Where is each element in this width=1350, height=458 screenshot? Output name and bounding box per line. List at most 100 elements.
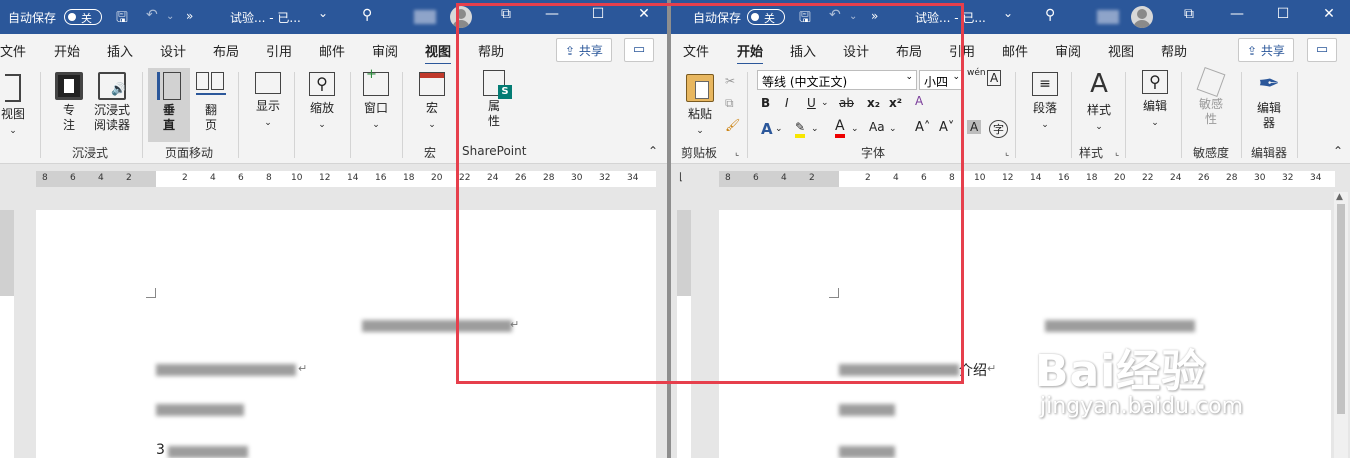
macros-icon xyxy=(419,72,445,96)
macros-button[interactable]: 宏 ⌄ xyxy=(414,72,450,130)
user-name xyxy=(1097,10,1119,24)
focus-icon xyxy=(55,72,83,100)
styles-launcher-icon[interactable]: ⌞ xyxy=(1115,148,1119,158)
ruler-number: 10 xyxy=(974,173,986,183)
divider xyxy=(142,72,143,158)
autosave-label: 自动保存 xyxy=(8,11,57,25)
ruler-number: 14 xyxy=(1030,173,1042,183)
immersive-reader-button[interactable]: 🔊 沉浸式阅读器 xyxy=(90,72,134,133)
ruler-number: 6 xyxy=(70,173,76,183)
side-to-side-button[interactable]: 翻页 xyxy=(192,72,230,133)
watermark-logo: Bai经验 xyxy=(1035,346,1207,397)
window-button[interactable]: + 窗口 ⌄ xyxy=(358,67,394,130)
character-shading-icon[interactable]: A xyxy=(967,120,982,134)
ruler-number: 2 xyxy=(126,173,132,183)
editor-icon: ✒ xyxy=(1258,69,1280,99)
group-page-movement: 页面移动 xyxy=(165,146,214,160)
tab-view[interactable]: 视图 xyxy=(1108,41,1134,60)
divider xyxy=(1015,72,1016,158)
undo-dropdown-icon[interactable]: ⌄ xyxy=(166,11,174,22)
ruler-number: 10 xyxy=(291,173,303,183)
find-icon: ⚲ xyxy=(1142,70,1168,94)
ruler-number: 8 xyxy=(42,173,48,183)
focus-button[interactable]: 专注 xyxy=(52,72,86,133)
tab-help[interactable]: 帮助 xyxy=(1161,41,1187,60)
tab-mailings[interactable]: 邮件 xyxy=(1002,41,1028,60)
character-border-icon[interactable]: A xyxy=(987,70,1002,86)
ribbon-display-options-icon[interactable]: ⧉ xyxy=(1179,6,1199,22)
sensitivity-button[interactable]: 敏感性 xyxy=(1193,66,1229,127)
divider xyxy=(402,72,403,158)
tab-layout[interactable]: 布局 xyxy=(213,41,239,60)
comments-button[interactable]: ▭ xyxy=(1307,38,1337,62)
group-editor: 编辑器 xyxy=(1251,146,1288,160)
line-number: 3 xyxy=(156,442,165,458)
styles-icon: A xyxy=(1090,69,1108,99)
ruler-number: 34 xyxy=(1310,173,1322,183)
sensitivity-icon xyxy=(1196,66,1226,98)
ruler-number: 30 xyxy=(1254,173,1266,183)
tab-mailings[interactable]: 邮件 xyxy=(319,41,345,60)
tab-references[interactable]: 引用 xyxy=(266,41,292,60)
tab-file[interactable]: 文件 xyxy=(0,41,26,60)
show-icon xyxy=(255,72,281,94)
styles-button[interactable]: A 样式 ⌄ xyxy=(1081,70,1117,132)
divider xyxy=(1181,72,1182,158)
title-dropdown-icon[interactable]: ⌄ xyxy=(1003,6,1013,20)
tab-insert[interactable]: 插入 xyxy=(107,41,133,60)
collapse-ribbon-icon[interactable]: ⌃ xyxy=(1333,144,1343,158)
phonetic-guide-button[interactable]: wén xyxy=(967,68,986,78)
divider xyxy=(1125,72,1126,158)
maximize-icon[interactable]: ☐ xyxy=(1273,6,1293,22)
search-icon[interactable]: ⚲ xyxy=(362,7,372,23)
divider xyxy=(1297,72,1298,158)
vertical-button[interactable]: 垂直 xyxy=(148,68,190,142)
save-icon[interactable]: 🖫 xyxy=(116,7,128,31)
font-launcher-icon[interactable]: ⌞ xyxy=(1005,148,1009,158)
ruler-number: 14 xyxy=(347,173,359,183)
enclose-characters-icon[interactable]: 字 xyxy=(989,120,1008,138)
show-button[interactable]: 显示 ⌄ xyxy=(250,72,286,128)
share-button[interactable]: ⇪ 共享 xyxy=(1238,38,1294,62)
autosave-toggle[interactable]: 关 xyxy=(64,9,102,25)
ruler-number: 16 xyxy=(1058,173,1070,183)
views-button[interactable]: 视图 ⌄ xyxy=(0,74,26,136)
search-icon[interactable]: ⚲ xyxy=(1045,7,1055,23)
blurred-text xyxy=(168,446,248,458)
tab-home[interactable]: 开始 xyxy=(54,41,80,60)
zoom-button[interactable]: ⚲ 缩放 ⌄ xyxy=(304,72,340,130)
window-icon: + xyxy=(363,67,389,96)
tab-review[interactable]: 审阅 xyxy=(1055,41,1081,60)
close-icon[interactable]: ✕ xyxy=(1319,6,1339,22)
minimize-icon[interactable]: — xyxy=(1227,6,1247,22)
vertical-ruler xyxy=(0,210,14,458)
group-immersive: 沉浸式 xyxy=(72,146,109,160)
divider xyxy=(350,72,351,158)
divider xyxy=(1241,72,1242,158)
divider xyxy=(294,72,295,158)
vertical-scrollbar[interactable]: ▲ xyxy=(1334,192,1348,458)
tab-view[interactable]: 视图 xyxy=(425,41,452,66)
editing-button[interactable]: ⚲ 编辑 ⌄ xyxy=(1137,70,1173,128)
ruler-number: 18 xyxy=(1086,173,1098,183)
tab-review[interactable]: 审阅 xyxy=(372,41,398,60)
divider xyxy=(1071,72,1072,158)
editor-button[interactable]: ✒ 编辑器 xyxy=(1251,70,1287,131)
avatar[interactable] xyxy=(1131,6,1153,28)
document-title[interactable]: 试验... - 已... xyxy=(230,9,301,26)
immersive-reader-icon: 🔊 xyxy=(98,72,126,100)
scroll-up-icon[interactable]: ▲ xyxy=(1336,192,1343,202)
blurred-text xyxy=(1045,320,1195,332)
scrollbar-thumb[interactable] xyxy=(1337,204,1345,414)
ruler-number: 32 xyxy=(1282,173,1294,183)
tab-design[interactable]: 设计 xyxy=(160,41,186,60)
ruler-number: 26 xyxy=(1198,173,1210,183)
ruler-number: 20 xyxy=(1114,173,1126,183)
paragraph-button[interactable]: ≡ 段落 ⌄ xyxy=(1027,72,1063,130)
ruler-number: 24 xyxy=(1170,173,1182,183)
ruler-number: 12 xyxy=(1002,173,1014,183)
title-dropdown-icon[interactable]: ⌄ xyxy=(318,6,328,20)
ruler-margin xyxy=(36,171,156,187)
more-commands[interactable]: » xyxy=(186,9,193,23)
undo-icon[interactable]: ↶ xyxy=(146,7,158,23)
